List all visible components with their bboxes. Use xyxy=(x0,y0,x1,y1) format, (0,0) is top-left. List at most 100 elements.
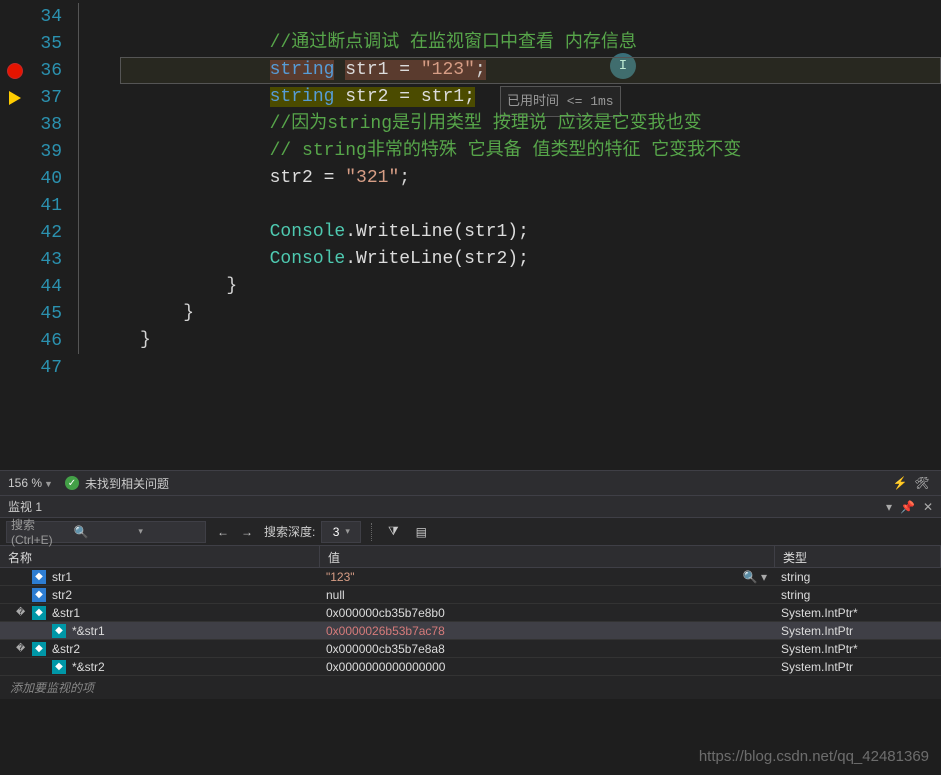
col-name[interactable]: 名称 xyxy=(0,546,320,567)
current-line-arrow-icon xyxy=(9,91,21,105)
watch-search-input[interactable]: 搜索(Ctrl+E) 🔍 ▾ xyxy=(6,521,206,543)
line-number: 34 xyxy=(30,7,70,27)
watch-var-name: &str2 xyxy=(52,642,80,656)
dropdown-icon[interactable]: ▾ xyxy=(886,500,892,514)
fold-guide xyxy=(70,354,100,381)
line-number: 43 xyxy=(30,250,70,270)
code-line[interactable]: } xyxy=(120,327,941,354)
code-editor[interactable]: 3435363738394041424344454647 I //通过断点调试 … xyxy=(0,0,941,470)
variable-icon: ◆ xyxy=(32,606,46,620)
watch-var-value: 0x0000000000000000 xyxy=(326,660,445,674)
fold-guide xyxy=(70,300,100,327)
variable-icon: ◆ xyxy=(32,642,46,656)
search-depth-select[interactable]: 3▾ xyxy=(321,521,361,543)
watch-var-type: System.IntPtr* xyxy=(775,606,941,620)
fold-guide xyxy=(70,246,100,273)
code-line[interactable]: Console.WriteLine(str2); xyxy=(120,246,941,273)
fold-guide xyxy=(70,3,100,30)
expander-icon[interactable]: � xyxy=(16,607,26,618)
watch-var-type: string xyxy=(775,588,941,602)
visualizer-icon[interactable]: 🔍 ▾ xyxy=(743,570,767,584)
code-line[interactable]: Console.WriteLine(str1); xyxy=(120,219,941,246)
fold-guide xyxy=(70,111,100,138)
watch-row[interactable]: � ◆ &str2 0x000000cb35b7e8a8 System.IntPtr* xyxy=(0,640,941,658)
editor-status-bar: 156 %▼ ✓ 未找到相关问题 ⚡ 🛠 xyxy=(0,470,941,496)
pin-icon[interactable]: 📌 xyxy=(900,500,915,514)
code-line[interactable]: string str1 = "123"; xyxy=(120,57,941,84)
fold-guide xyxy=(70,327,100,354)
line-number: 39 xyxy=(30,142,70,162)
watch-var-value: null xyxy=(326,588,345,602)
filter-icon[interactable]: ⧩ xyxy=(382,521,404,543)
watch-row[interactable]: ◆ str2 null string xyxy=(0,586,941,604)
watch-var-name: str1 xyxy=(52,570,72,584)
code-line[interactable]: } xyxy=(120,300,941,327)
line-number: 38 xyxy=(30,115,70,135)
watch-panel-title-bar: 监视 1 ▾ 📌 ✕ xyxy=(0,496,941,518)
code-lines[interactable]: I //通过断点调试 在监视窗口中查看 内存信息 string str1 = "… xyxy=(120,0,941,470)
line-number: 46 xyxy=(30,331,70,351)
fold-guide xyxy=(70,30,100,57)
variable-icon: ◆ xyxy=(32,588,46,602)
code-line[interactable]: string str2 = str1;已用时间 <= 1ms xyxy=(120,84,941,111)
code-line[interactable] xyxy=(120,192,941,219)
columns-icon[interactable]: ▤ xyxy=(410,521,432,543)
breakpoint-icon[interactable] xyxy=(7,63,23,79)
line-number: 44 xyxy=(30,277,70,297)
variable-icon: ◆ xyxy=(52,624,66,638)
watch-var-name: *&str1 xyxy=(72,624,105,638)
search-depth-label: 搜索深度: xyxy=(264,523,315,540)
line-number: 45 xyxy=(30,304,70,324)
code-line[interactable]: str2 = "321"; xyxy=(120,165,941,192)
code-line[interactable] xyxy=(120,3,941,30)
line-number: 40 xyxy=(30,169,70,189)
code-line[interactable]: //通过断点调试 在监视窗口中查看 内存信息 xyxy=(120,30,941,57)
line-number: 35 xyxy=(30,34,70,54)
watch-row[interactable]: ◆ *&str1 0x0000026b53b7ac78 System.IntPtr xyxy=(0,622,941,640)
fold-guide xyxy=(70,138,100,165)
fold-guide xyxy=(70,84,100,111)
zoom-level[interactable]: 156 %▼ xyxy=(8,476,53,490)
fold-guide xyxy=(70,192,100,219)
search-icon: 🔍 xyxy=(74,525,137,539)
fold-guide xyxy=(70,57,100,84)
variable-icon: ◆ xyxy=(32,570,46,584)
expander-icon[interactable]: � xyxy=(16,643,26,654)
line-number: 36 xyxy=(30,61,70,81)
watch-var-name: str2 xyxy=(52,588,72,602)
code-line[interactable]: //因为string是引用类型 按理说 应该是它变我也变 xyxy=(120,111,941,138)
screwdriver-icon[interactable]: 🛠 xyxy=(911,472,933,494)
watch-row[interactable]: � ◆ &str1 0x000000cb35b7e8b0 System.IntPtr* xyxy=(0,604,941,622)
watch-var-value: 0x000000cb35b7e8b0 xyxy=(326,606,445,620)
watch-var-type: string xyxy=(775,570,941,584)
gutter: 3435363738394041424344454647 xyxy=(0,0,120,470)
close-icon[interactable]: ✕ xyxy=(923,500,933,514)
watch-var-type: System.IntPtr xyxy=(775,660,941,674)
col-value[interactable]: 值 xyxy=(320,546,775,567)
watch-var-value: 0x000000cb35b7e8a8 xyxy=(326,642,445,656)
watch-var-value: 0x0000026b53b7ac78 xyxy=(326,624,445,638)
code-line[interactable]: } xyxy=(120,273,941,300)
watch-var-name: *&str2 xyxy=(72,660,105,674)
watch-header-row: 名称 值 类型 xyxy=(0,546,941,568)
watch-var-type: System.IntPtr* xyxy=(775,642,941,656)
no-issues-label: 未找到相关问题 xyxy=(85,475,169,492)
add-watch-placeholder[interactable]: 添加要监视的项 xyxy=(0,676,941,699)
nav-next-icon[interactable]: → xyxy=(236,521,258,543)
status-ok-icon: ✓ xyxy=(65,476,79,490)
col-type[interactable]: 类型 xyxy=(775,546,941,567)
code-line[interactable] xyxy=(120,354,941,381)
watch-row[interactable]: ◆ str1 "123" 🔍 ▾ string xyxy=(0,568,941,586)
fold-guide xyxy=(70,165,100,192)
watch-toolbar: 搜索(Ctrl+E) 🔍 ▾ ← → 搜索深度: 3▾ ⧩ ▤ xyxy=(0,518,941,546)
watch-grid[interactable]: 名称 值 类型 ◆ str1 "123" 🔍 ▾ string ◆ str2 null stri… xyxy=(0,546,941,699)
line-number: 42 xyxy=(30,223,70,243)
watch-var-name: &str1 xyxy=(52,606,80,620)
watch-row[interactable]: ◆*&str20x0000000000000000System.IntPtr xyxy=(0,658,941,676)
lightning-icon[interactable]: ⚡ xyxy=(889,472,911,494)
watch-var-type: System.IntPtr xyxy=(775,624,941,638)
nav-prev-icon[interactable]: ← xyxy=(212,521,234,543)
fold-guide xyxy=(70,273,100,300)
code-line[interactable]: // string非常的特殊 它具备 值类型的特征 它变我不变 xyxy=(120,138,941,165)
watch-var-value: "123" xyxy=(326,570,355,584)
